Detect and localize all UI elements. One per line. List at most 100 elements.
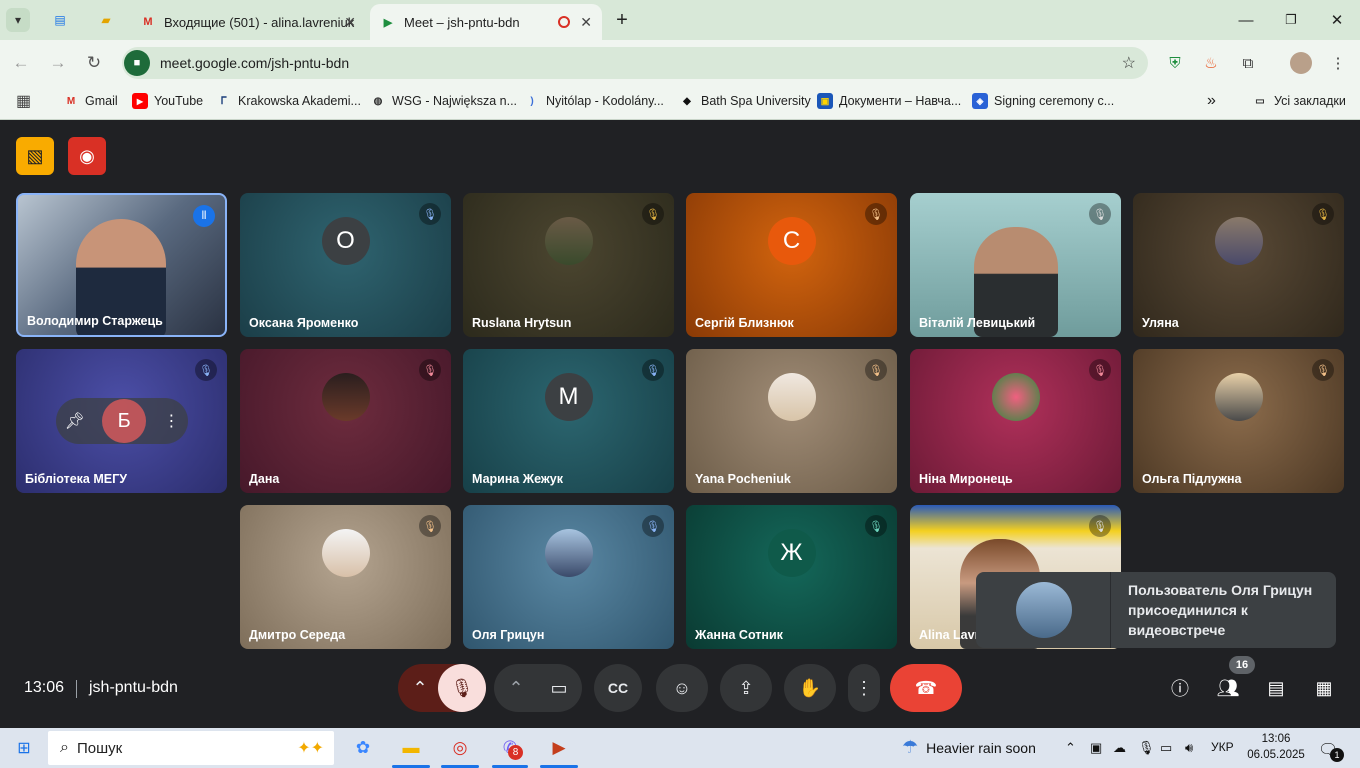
people-icon[interactable]: 👥︎	[1214, 674, 1242, 702]
chrome-icon[interactable]: ◎	[445, 733, 475, 763]
avatar	[1214, 373, 1263, 421]
more-options-icon[interactable]: ⋮	[163, 411, 179, 431]
participant-tile[interactable]: ⦀ Володимир Старжець	[16, 193, 227, 337]
tab-gmail[interactable]: M Входящие (501) - alina.lavreniuk ✕	[130, 4, 366, 40]
bookmark-signing[interactable]: ◈ Signing ceremony c...	[972, 92, 1114, 110]
network-icon[interactable]: ▭	[1160, 740, 1172, 756]
captions-button[interactable]: CC	[594, 664, 642, 712]
participant-tile[interactable]: 🎙 Дмитро Середа	[240, 505, 451, 649]
mic-off-button[interactable]: 🎙	[438, 664, 486, 712]
search-icon: ⌕	[60, 739, 69, 756]
powerpoint-icon[interactable]: ▶	[544, 733, 574, 763]
meet-site-icon[interactable]: ■	[124, 50, 150, 76]
show-hidden-icons-chevron-icon[interactable]: ⌃	[1065, 740, 1076, 756]
tile-hover-controls: 📌︎ Б ⋮	[56, 398, 188, 444]
participant-tile[interactable]: 🎙 Yana Pocheniuk	[686, 349, 897, 493]
copilot-icon[interactable]: ✿	[348, 733, 378, 763]
weather-text: Heavier rain soon	[926, 739, 1036, 756]
participant-tile[interactable]: 🎙 Уляна	[1133, 193, 1344, 337]
taskbar-clock[interactable]: 13:06 06.05.2025	[1246, 731, 1306, 763]
microphone-tray-icon[interactable]: 🎙	[1138, 740, 1155, 756]
pin-icon[interactable]: 📌︎	[65, 411, 85, 431]
tab-meet[interactable]: ▶ Meet – jsh-pntu-bdn ✕	[370, 4, 602, 40]
reload-button[interactable]: ↻	[81, 50, 107, 76]
bookmark-youtube[interactable]: ▶ YouTube	[132, 92, 203, 110]
avatar	[991, 373, 1040, 421]
participant-tile[interactable]: 🎙 Оля Грицун	[463, 505, 674, 649]
bookmark-bath-spa[interactable]: ◆ Bath Spa University	[679, 92, 811, 110]
google-docs-pinned-tab[interactable]: ▤	[50, 10, 70, 30]
participant-name: Жанна Сотник	[695, 628, 783, 642]
mic-off-icon: 🎙	[419, 359, 441, 381]
bookmark-label: WSG - Największa n...	[392, 94, 518, 108]
bookmark-label: Документи – Навча...	[839, 94, 962, 108]
profile-avatar[interactable]	[1290, 52, 1312, 74]
forward-button[interactable]: →	[45, 50, 71, 76]
language-indicator[interactable]: УКР	[1211, 740, 1234, 754]
more-bookmarks-chevron-icon[interactable]: »	[1207, 92, 1216, 110]
krakowska-icon: Ꮁ	[221, 95, 227, 107]
fire-extension-icon[interactable]: ♨	[1200, 52, 1222, 74]
participant-name: Yana Pocheniuk	[695, 472, 791, 486]
participant-name: Дмитро Середа	[249, 628, 346, 642]
avatar	[544, 217, 593, 265]
activities-grid-icon[interactable]: ▦	[1310, 674, 1338, 702]
apps-grid-icon[interactable]: ▦	[16, 92, 31, 110]
weather-widget[interactable]: ☂ Heavier rain soon	[902, 737, 1036, 758]
audio-options-chevron-icon[interactable]: ⌃	[398, 664, 442, 712]
camera-off-indicator-icon[interactable]: ▧	[16, 137, 54, 175]
camera-button[interactable]: ▭	[536, 664, 582, 712]
windows-start-icon[interactable]: ⊞	[14, 738, 34, 758]
onedrive-cloud-icon[interactable]: ☁	[1113, 740, 1126, 756]
drive-pinned-tab[interactable]: ▰	[96, 10, 116, 30]
bookmark-wsg[interactable]: ◍ WSG - Największa n...	[370, 92, 517, 110]
reactions-button[interactable]: ☺	[656, 664, 708, 712]
participant-tile[interactable]: 🎙 Ruslana Hrytsun	[463, 193, 674, 337]
participant-tile[interactable]: 🎙 С Сергій Близнюк	[686, 193, 897, 337]
leave-call-button[interactable]: ☎	[890, 664, 962, 712]
participant-tile[interactable]: 🎙 Дана	[240, 349, 451, 493]
bookmark-label: Krakowska Akademi...	[238, 94, 361, 108]
tab-search-button[interactable]: ▾	[6, 8, 30, 32]
participant-tile[interactable]: 🎙 M Марина Жежук	[463, 349, 674, 493]
back-button[interactable]: ←	[8, 50, 34, 76]
close-tab-icon[interactable]: ✕	[580, 14, 592, 31]
chat-icon[interactable]: ▤	[1262, 674, 1290, 702]
meet-tray-icon[interactable]: ▣	[1090, 740, 1102, 756]
close-window-button[interactable]: ✕	[1325, 8, 1349, 32]
close-tab-icon[interactable]: ✕	[344, 14, 356, 31]
divider	[1110, 572, 1111, 648]
participant-tile[interactable]: 🎙 Ніна Миронець	[910, 349, 1121, 493]
present-screen-button[interactable]: ⇪	[720, 664, 772, 712]
participant-tile[interactable]: 🎙 Ж Жанна Сотник	[686, 505, 897, 649]
browser-menu-icon[interactable]: ⋮	[1327, 52, 1349, 74]
mic-off-icon: 🎙	[195, 359, 217, 381]
bookmark-krakowska[interactable]: Ꮁ Krakowska Akademi...	[216, 92, 361, 110]
raise-hand-button[interactable]: ✋	[784, 664, 836, 712]
taskbar-search[interactable]: ⌕ Пошук ✦✦	[48, 731, 334, 765]
more-options-button[interactable]: ⋮	[848, 664, 880, 712]
bookmark-gmail[interactable]: M Gmail	[63, 92, 118, 110]
maximize-button[interactable]: ❐	[1279, 8, 1303, 32]
volume-icon[interactable]: 🔊︎	[1185, 740, 1193, 756]
avatar	[1214, 217, 1263, 265]
search-placeholder: Пошук	[76, 739, 123, 757]
bookmark-star-icon[interactable]: ☆	[1122, 53, 1136, 73]
address-bar[interactable]: ■ meet.google.com/jsh-pntu-bdn ☆	[122, 47, 1148, 79]
mic-off-icon: 🎙	[1089, 203, 1111, 225]
new-tab-button[interactable]: +	[610, 8, 634, 32]
participant-tile[interactable]: 🎙 Віталій Левицький	[910, 193, 1121, 337]
participant-tile[interactable]: 🎙 O Оксана Яроменко	[240, 193, 451, 337]
minimize-button[interactable]: —	[1234, 8, 1258, 32]
bookmark-documents[interactable]: ▣ Документи – Навча...	[817, 92, 961, 110]
video-options-chevron-icon[interactable]: ⌃	[494, 664, 538, 712]
participant-tile[interactable]: 🎙 Ольга Підлужна	[1133, 349, 1344, 493]
extensions-puzzle-icon[interactable]: ⧉	[1237, 52, 1259, 74]
file-explorer-icon[interactable]: ▬	[396, 733, 426, 763]
all-bookmarks-button[interactable]: ▭ Усі закладки	[1252, 92, 1346, 110]
bookmark-kodolanyi[interactable]: ) Nyitólap - Kodolány...	[524, 92, 664, 110]
recording-icon[interactable]: ◉	[68, 137, 106, 175]
meeting-clock: 13:06	[24, 679, 65, 696]
meeting-details-info-icon[interactable]: ⓘ	[1166, 674, 1194, 702]
shield-extension-icon[interactable]: ⛨	[1164, 52, 1186, 74]
